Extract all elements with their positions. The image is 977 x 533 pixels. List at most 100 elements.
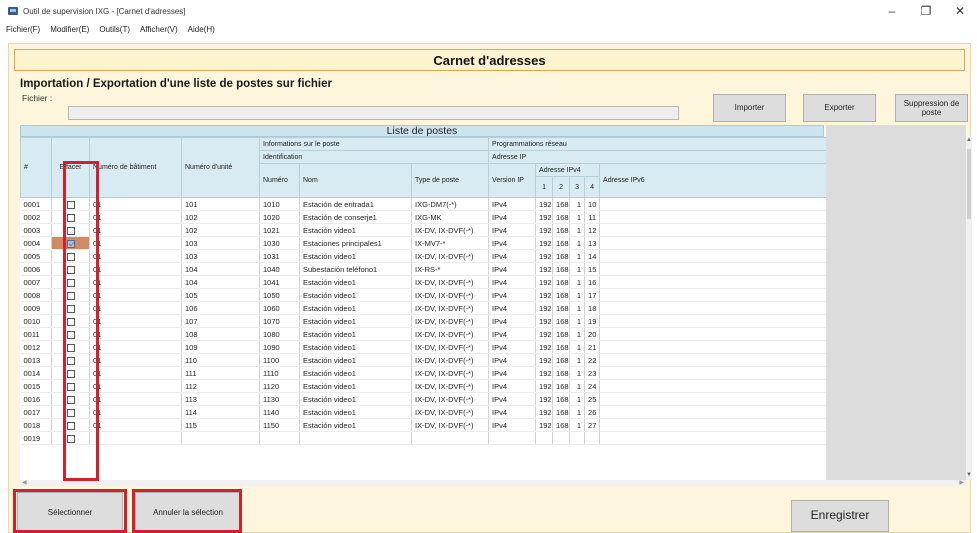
table-row[interactable]: 0006 01 104 1040 Subestación teléfono1 IX-RS-… xyxy=(20,262,826,276)
station-number[interactable]: 1090 xyxy=(259,340,300,354)
building-number[interactable]: 01 xyxy=(89,392,182,406)
ipv6-address[interactable] xyxy=(599,418,826,432)
station-number[interactable]: 1110 xyxy=(259,366,300,380)
checkbox-unchecked[interactable] xyxy=(66,421,75,430)
station-name[interactable]: Estación video1 xyxy=(299,418,412,432)
checkbox-unchecked[interactable] xyxy=(66,382,75,391)
vertical-scrollbar[interactable]: ▲ ▼ xyxy=(966,137,972,480)
station-name[interactable]: Estación de conserje1 xyxy=(299,210,412,224)
checkbox-unchecked[interactable] xyxy=(66,278,75,287)
checkbox-unchecked[interactable] xyxy=(66,213,75,222)
station-type[interactable]: IX-DV, IX-DVF(-*) xyxy=(411,366,490,380)
station-type[interactable]: IX-DV, IX-DVF(-*) xyxy=(411,353,490,367)
building-number[interactable]: 01 xyxy=(89,314,182,328)
building-number[interactable]: 01 xyxy=(89,249,182,263)
ipv4-octet-4[interactable]: 16 xyxy=(584,275,601,289)
unit-number[interactable]: 110 xyxy=(181,353,260,367)
building-number[interactable]: 01 xyxy=(89,405,182,419)
station-name[interactable]: Estación video1 xyxy=(299,223,412,237)
row-number[interactable]: 0002 xyxy=(20,210,52,224)
ipv4-octet-4[interactable]: 19 xyxy=(584,314,601,328)
station-name[interactable]: Estación video1 xyxy=(299,340,412,354)
station-number[interactable]: 1130 xyxy=(259,392,300,406)
ipv4-octet-1[interactable]: 192 xyxy=(535,418,554,432)
ip-version[interactable]: IPv4 xyxy=(488,353,537,367)
unit-number[interactable]: 112 xyxy=(181,379,260,393)
ipv4-octet-1[interactable]: 192 xyxy=(535,379,554,393)
unit-number[interactable]: 104 xyxy=(181,275,260,289)
ipv4-octet-1[interactable]: 192 xyxy=(535,210,554,224)
building-number[interactable]: 01 xyxy=(89,288,182,302)
ipv4-octet-2[interactable]: 168 xyxy=(552,223,571,237)
table-row[interactable]: 0015 01 112 1120 Estación video1 IX-DV, IX-DV… xyxy=(20,379,826,393)
ip-version[interactable]: IPv4 xyxy=(488,340,537,354)
ipv6-address[interactable] xyxy=(599,340,826,354)
ipv4-octet-4[interactable]: 18 xyxy=(584,301,601,315)
ipv4-octet-4[interactable]: 10 xyxy=(584,197,601,211)
ip-version[interactable]: IPv4 xyxy=(488,223,537,237)
ipv6-address[interactable] xyxy=(599,327,826,341)
ipv4-octet-1[interactable]: 192 xyxy=(535,275,554,289)
station-number[interactable]: 1030 xyxy=(259,236,300,250)
ipv4-octet-2[interactable]: 168 xyxy=(552,210,571,224)
ipv4-octet-2[interactable]: 168 xyxy=(552,418,571,432)
station-name[interactable]: Estación video1 xyxy=(299,288,412,302)
building-number[interactable]: 01 xyxy=(89,340,182,354)
station-number[interactable]: 1150 xyxy=(259,418,300,432)
ipv4-octet-2[interactable]: 168 xyxy=(552,275,571,289)
table-row[interactable]: 0002 01 102 1020 Estación de conserje1 IXG-MK… xyxy=(20,210,826,224)
station-name[interactable]: Estación de entrada1 xyxy=(299,197,412,211)
restore-icon[interactable]: ❐ xyxy=(909,0,943,22)
ip-version[interactable]: IPv4 xyxy=(488,314,537,328)
station-type[interactable]: IX-DV, IX-DVF(-*) xyxy=(411,288,490,302)
ipv4-octet-3[interactable]: 1 xyxy=(569,236,586,250)
ipv4-octet-2[interactable]: 168 xyxy=(552,327,571,341)
station-type[interactable]: IX-DV, IX-DVF(-*) xyxy=(411,314,490,328)
scroll-down-icon[interactable]: ▼ xyxy=(966,472,972,480)
ipv4-octet-4[interactable]: 20 xyxy=(584,327,601,341)
ipv4-octet-4[interactable]: 23 xyxy=(584,366,601,380)
row-number[interactable]: 0005 xyxy=(20,249,52,263)
row-number[interactable]: 0001 xyxy=(20,197,52,211)
unit-number[interactable]: 102 xyxy=(181,223,260,237)
ipv6-address[interactable] xyxy=(599,353,826,367)
building-number[interactable]: 01 xyxy=(89,275,182,289)
station-type[interactable]: IX-DV, IX-DVF(-*) xyxy=(411,340,490,354)
unit-number[interactable] xyxy=(181,431,260,445)
col-header-version-ip[interactable]: Version IP xyxy=(488,163,537,198)
table-row[interactable]: 0011 01 108 1080 Estación video1 IX-DV, IX-DV… xyxy=(20,327,826,341)
row-number[interactable]: 0007 xyxy=(20,275,52,289)
station-name[interactable]: Estación video1 xyxy=(299,405,412,419)
station-type[interactable]: IX-DV, IX-DVF(-*) xyxy=(411,392,490,406)
row-number[interactable]: 0013 xyxy=(20,353,52,367)
checkbox-unchecked[interactable] xyxy=(66,317,75,326)
checkbox-unchecked[interactable] xyxy=(66,330,75,339)
ipv4-octet-1[interactable]: 192 xyxy=(535,223,554,237)
ipv4-octet-4[interactable]: 13 xyxy=(584,236,601,250)
ipv4-octet-1[interactable]: 192 xyxy=(535,236,554,250)
checkbox-unchecked[interactable] xyxy=(66,265,75,274)
table-row[interactable]: 0008 01 105 1050 Estación video1 IX-DV, IX-DV… xyxy=(20,288,826,302)
unit-number[interactable]: 113 xyxy=(181,392,260,406)
ip-version[interactable]: IPv4 xyxy=(488,210,537,224)
ipv4-octet-1[interactable]: 192 xyxy=(535,197,554,211)
checkbox-unchecked[interactable] xyxy=(66,200,75,209)
building-number[interactable]: 01 xyxy=(89,236,182,250)
ipv6-address[interactable] xyxy=(599,392,826,406)
ipv6-address[interactable] xyxy=(599,236,826,250)
ipv4-octet-3[interactable]: 1 xyxy=(569,223,586,237)
station-type[interactable]: IX-DV, IX-DVF(-*) xyxy=(411,405,490,419)
station-number[interactable] xyxy=(259,431,300,445)
table-row[interactable]: 0013 01 110 1100 Estación video1 IX-DV, IX-DV… xyxy=(20,353,826,367)
station-name[interactable] xyxy=(299,431,412,445)
table-row[interactable]: 0003 01 102 1021 Estación video1 IX-DV, IX-DV… xyxy=(20,223,826,237)
ipv4-octet-3[interactable]: 1 xyxy=(569,366,586,380)
ipv4-octet-3[interactable]: 1 xyxy=(569,379,586,393)
unit-number[interactable]: 105 xyxy=(181,288,260,302)
building-number[interactable] xyxy=(89,431,182,445)
ipv4-octet-2[interactable]: 168 xyxy=(552,197,571,211)
ipv4-octet-2[interactable]: 168 xyxy=(552,236,571,250)
minimize-icon[interactable]: – xyxy=(875,0,909,22)
unit-number[interactable]: 109 xyxy=(181,340,260,354)
unit-number[interactable]: 111 xyxy=(181,366,260,380)
